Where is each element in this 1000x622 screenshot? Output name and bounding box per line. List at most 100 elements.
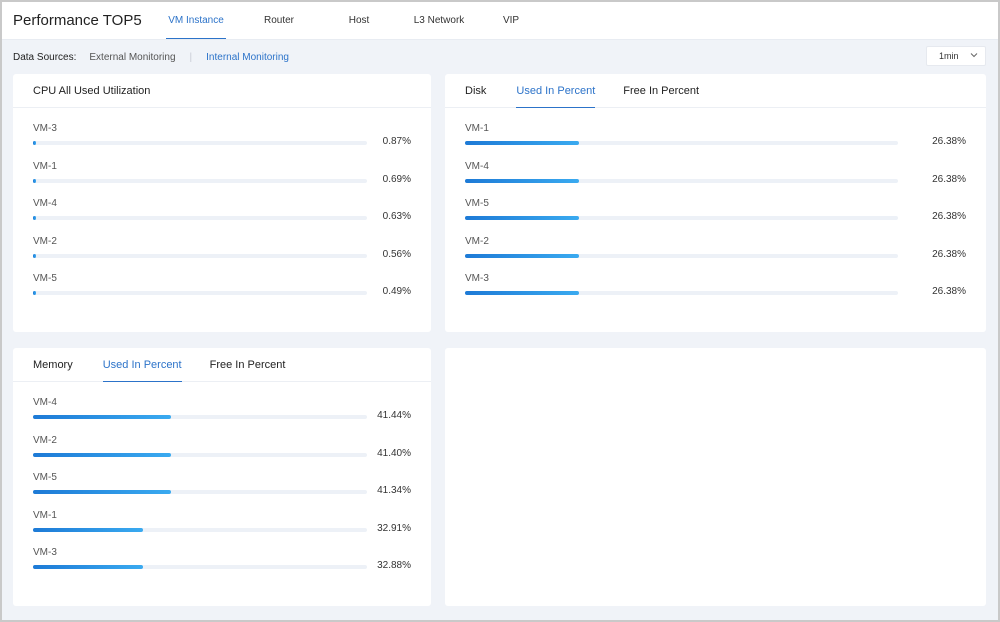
progress-track — [33, 415, 367, 419]
source-internal-monitoring[interactable]: Internal Monitoring — [206, 52, 289, 63]
disk-card-header: Disk Used In Percent Free In Percent — [445, 74, 986, 108]
cpu-card-header: CPU All Used Utilization — [13, 74, 431, 108]
interval-select[interactable]: 1min — [926, 46, 986, 66]
progress-fill — [465, 141, 580, 145]
progress-track — [465, 141, 898, 145]
percent-value: 41.34% — [377, 485, 411, 497]
percent-value: 0.56% — [382, 248, 411, 260]
disk-row: VM-3 26.38% — [445, 271, 986, 309]
percent-value: 26.38% — [932, 173, 966, 185]
tab-host[interactable]: Host — [339, 2, 379, 39]
progress-track — [465, 291, 898, 296]
tab-vm-instance[interactable]: VM Instance — [166, 2, 226, 39]
percent-value: 26.38% — [932, 211, 966, 223]
progress-track — [33, 527, 367, 532]
interval-value: 1min — [939, 51, 959, 61]
disk-tab-free[interactable]: Free In Percent — [623, 74, 699, 107]
memory-row: VM-3 32.88% — [13, 545, 431, 583]
progress-track — [465, 216, 898, 221]
vm-name: VM-4 — [33, 397, 57, 408]
app-window: Performance TOP5 VM Instance Router Host… — [2, 2, 998, 620]
vm-name: VM-1 — [33, 160, 57, 172]
disk-tab-used[interactable]: Used In Percent — [516, 74, 595, 108]
vm-name: VM-2 — [33, 235, 57, 247]
main-nav: VM Instance Router Host L3 Network VIP — [166, 2, 531, 39]
vm-name: VM-3 — [33, 123, 57, 134]
progress-fill — [33, 216, 36, 221]
memory-row: VM-2 41.40% — [13, 433, 431, 471]
cpu-row: VM-5 0.49% — [13, 271, 431, 309]
progress-fill — [33, 490, 172, 495]
source-separator: | — [189, 51, 193, 63]
tab-vip[interactable]: VIP — [491, 2, 531, 39]
data-sources-label: Data Sources: — [13, 51, 77, 63]
vm-name: VM-5 — [33, 273, 57, 285]
disk-card: Disk Used In Percent Free In Percent VM-… — [445, 74, 986, 332]
percent-value: 0.87% — [382, 136, 411, 147]
cpu-row: VM-4 0.63% — [13, 196, 431, 234]
progress-fill — [465, 253, 580, 258]
vm-name: VM-2 — [465, 235, 489, 247]
tab-l3-network[interactable]: L3 Network — [409, 2, 469, 39]
progress-fill — [33, 253, 36, 258]
percent-value: 32.91% — [377, 522, 411, 534]
percent-value: 0.69% — [382, 173, 411, 185]
cpu-card-title: CPU All Used Utilization — [33, 84, 151, 97]
memory-row: VM-1 32.91% — [13, 508, 431, 546]
progress-track — [465, 178, 898, 183]
memory-card-title: Memory — [33, 358, 73, 371]
memory-tab-free[interactable]: Free In Percent — [210, 348, 286, 381]
memory-card: Memory Used In Percent Free In Percent V… — [13, 348, 431, 606]
percent-value: 32.88% — [377, 560, 411, 572]
progress-fill — [33, 565, 143, 570]
tab-router[interactable]: Router — [254, 2, 304, 39]
vm-name: VM-1 — [33, 509, 57, 521]
progress-fill — [33, 452, 172, 457]
page-title: Performance TOP5 — [13, 12, 142, 29]
vm-name: VM-5 — [33, 472, 57, 484]
progress-track — [33, 291, 367, 296]
cpu-card: CPU All Used Utilization VM-3 0.87% VM-1 0.… — [13, 74, 431, 332]
percent-value: 26.38% — [932, 286, 966, 298]
cpu-row: VM-2 0.56% — [13, 234, 431, 272]
vm-name: VM-3 — [33, 547, 57, 559]
progress-track — [33, 452, 367, 457]
progress-fill — [465, 178, 580, 183]
progress-fill — [33, 415, 172, 419]
progress-track — [33, 178, 367, 183]
progress-fill — [33, 527, 143, 532]
progress-fill — [465, 216, 580, 221]
empty-card — [445, 348, 986, 606]
progress-fill — [33, 141, 36, 145]
vm-name: VM-5 — [465, 198, 489, 210]
progress-fill — [33, 291, 36, 296]
disk-row: VM-1 26.38% — [445, 121, 986, 159]
vm-name: VM-4 — [465, 160, 489, 172]
vm-name: VM-1 — [465, 123, 489, 134]
percent-value: 26.38% — [932, 248, 966, 260]
disk-row: VM-4 26.38% — [445, 159, 986, 197]
cpu-rows: VM-3 0.87% VM-1 0.69% VM-4 0.63% VM-2 0.56% VM-5… — [13, 108, 431, 309]
memory-card-header: Memory Used In Percent Free In Percent — [13, 348, 431, 382]
disk-row: VM-2 26.38% — [445, 234, 986, 272]
top-bar: Performance TOP5 VM Instance Router Host… — [2, 2, 998, 40]
progress-track — [33, 490, 367, 495]
cpu-row: VM-1 0.69% — [13, 159, 431, 197]
percent-value: 41.40% — [377, 447, 411, 459]
vm-name: VM-3 — [465, 273, 489, 285]
progress-fill — [465, 291, 580, 296]
percent-value: 26.38% — [932, 136, 966, 147]
source-external-monitoring[interactable]: External Monitoring — [89, 52, 175, 63]
progress-track — [33, 253, 367, 258]
cpu-row: VM-3 0.87% — [13, 121, 431, 159]
chevron-down-icon — [970, 53, 978, 58]
memory-row: VM-5 41.34% — [13, 470, 431, 508]
progress-fill — [33, 178, 36, 183]
memory-row: VM-4 41.44% — [13, 395, 431, 433]
disk-card-title: Disk — [465, 84, 487, 97]
memory-tab-used[interactable]: Used In Percent — [102, 348, 182, 382]
progress-track — [33, 565, 367, 570]
progress-track — [33, 141, 367, 145]
percent-value: 0.49% — [382, 286, 411, 298]
vm-name: VM-4 — [33, 198, 57, 210]
